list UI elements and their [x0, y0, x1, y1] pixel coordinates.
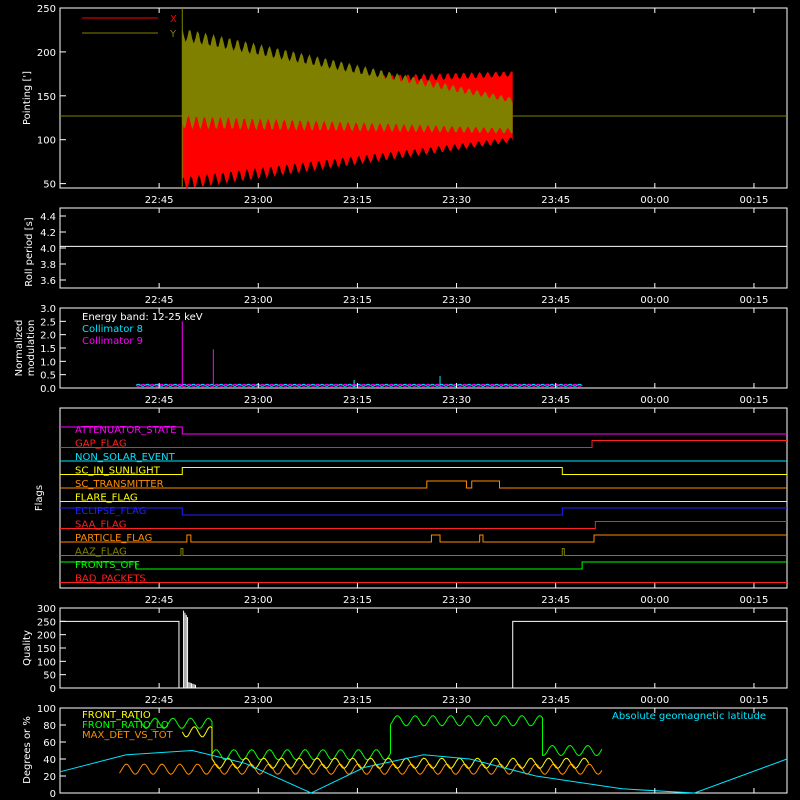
x-tick-label: 00:15	[740, 295, 769, 306]
ratios-ylabel: Degrees or %	[22, 716, 33, 784]
y-tick-label: 100	[37, 657, 56, 668]
x-tick-label: 23:15	[343, 395, 372, 406]
x-tick-label: 23:45	[541, 195, 570, 206]
x-tick-label: 23:00	[244, 195, 273, 206]
flag-label: NON_SOLAR_EVENT	[75, 452, 176, 463]
y-tick-label: 2.5	[40, 317, 56, 328]
x-tick-label: 00:00	[640, 295, 669, 306]
flag-label: FLARE_FLAG	[75, 493, 138, 504]
x-tick-label: 23:00	[244, 295, 273, 306]
y-tick-label: 0.0	[40, 384, 56, 395]
energy-band-label: Energy band: 12-25 keV	[82, 312, 203, 323]
x-tick-label: 00:15	[740, 695, 769, 706]
x-tick-label: 23:30	[442, 195, 471, 206]
modulation-ylabel-2: modulation	[26, 320, 37, 377]
flag-label: BAD_PACKETS	[75, 574, 146, 585]
geomag-label: Absolute geomagnetic latitude	[612, 711, 766, 722]
x-tick-label: 00:15	[740, 195, 769, 206]
x-tick-label: 22:45	[145, 595, 174, 606]
x-tick-label: 22:45	[145, 295, 174, 306]
flag-label: SC_IN_SUNLIGHT	[75, 466, 161, 477]
y-tick-label: 200	[37, 631, 56, 642]
flag-label: SAA_FLAG	[75, 520, 126, 531]
x-tick-label: 00:00	[640, 595, 669, 606]
x-tick-label: 23:30	[442, 695, 471, 706]
flag-label: PARTICLE_FLAG	[75, 533, 152, 544]
x-tick-label: 23:45	[541, 395, 570, 406]
y-tick-label: 20	[43, 772, 56, 783]
x-tick-label: 23:45	[541, 595, 570, 606]
x-tick-label: 23:45	[541, 695, 570, 706]
y-tick-label: 150	[37, 644, 56, 655]
flag-label: AAZ_FLAG	[75, 547, 127, 558]
x-tick-label: 00:00	[640, 695, 669, 706]
y-tick-label: 150	[37, 92, 56, 103]
x-tick-label: 22:45	[145, 695, 174, 706]
y-tick-label: 100	[37, 136, 56, 147]
y-tick-label: 100	[37, 704, 56, 715]
x-tick-label: 23:00	[244, 695, 273, 706]
flag-label: SC_TRANSMITTER	[75, 479, 164, 490]
pointing-ylabel: Pointing [']	[22, 71, 33, 125]
x-tick-label: 00:00	[640, 195, 669, 206]
x-tick-label: 23:15	[343, 595, 372, 606]
x-tick-label: 23:30	[442, 295, 471, 306]
y-tick-label: 250	[37, 617, 56, 628]
flag-label: ECLIPSE_FLAG	[75, 506, 146, 517]
x-tick-label: 00:00	[640, 395, 669, 406]
quality-ylabel: Quality	[22, 630, 33, 666]
x-tick-label: 22:45	[145, 195, 174, 206]
y-tick-label: 300	[37, 604, 56, 615]
y-tick-label: 50	[43, 180, 56, 191]
y-tick-label: 3.0	[40, 304, 56, 315]
legend-collimator8: Collimator 8	[82, 324, 143, 335]
x-tick-label: 23:30	[442, 595, 471, 606]
y-tick-label: 0.5	[40, 371, 56, 382]
flags-ylabel: Flags	[34, 485, 45, 511]
y-tick-label: 60	[43, 738, 56, 749]
x-tick-label: 00:15	[740, 395, 769, 406]
y-tick-label: 3.6	[40, 276, 56, 287]
modulation-ylabel-1: Normalized	[14, 320, 25, 377]
y-tick-label: 3.8	[40, 260, 56, 271]
y-tick-label: 40	[43, 755, 56, 766]
y-tick-label: 200	[37, 48, 56, 59]
y-tick-label: 0	[50, 789, 56, 800]
x-tick-label: 23:15	[343, 195, 372, 206]
x-tick-label: 23:15	[343, 695, 372, 706]
y-tick-label: 4.4	[40, 212, 56, 223]
x-tick-label: 23:00	[244, 595, 273, 606]
x-tick-label: 23:15	[343, 295, 372, 306]
x-tick-label: 23:45	[541, 295, 570, 306]
y-tick-label: 50	[43, 671, 56, 682]
legend-collimator9: Collimator 9	[82, 336, 143, 347]
y-tick-label: 2.0	[40, 331, 56, 342]
x-tick-label: 00:15	[740, 595, 769, 606]
y-tick-label: 250	[37, 4, 56, 15]
x-tick-label: 23:30	[442, 395, 471, 406]
y-tick-label: 4.0	[40, 244, 56, 255]
flag-label: FRONTS_OFF	[75, 560, 140, 571]
chart-canvas: 5010015020025022:45 23:00 23:15 23:30 23:45 0…	[0, 0, 800, 800]
y-tick-label: 4.2	[40, 228, 56, 239]
y-tick-label: 1.5	[40, 344, 56, 355]
y-tick-label: 1.0	[40, 357, 56, 368]
y-tick-label: 0	[50, 684, 56, 695]
x-tick-label: 22:45	[145, 395, 174, 406]
roll-ylabel: Roll period [s]	[24, 217, 35, 286]
y-tick-label: 80	[43, 721, 56, 732]
x-tick-label: 23:00	[244, 395, 273, 406]
flag-label: GAP_FLAG	[75, 439, 127, 450]
flag-label: ATTENUATOR_STATE	[75, 425, 176, 436]
legend-y-label: Y	[169, 29, 177, 40]
legend-x-label: X	[170, 14, 177, 25]
legend-max-det: MAX_DET_VS_TOT	[82, 730, 174, 741]
